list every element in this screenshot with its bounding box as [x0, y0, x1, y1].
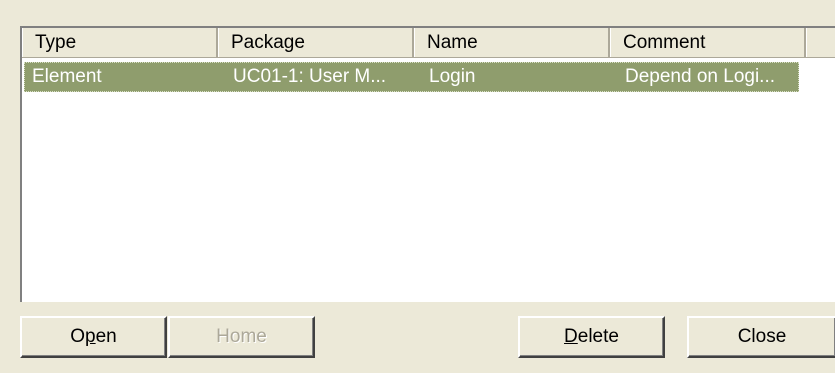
list-row-selected[interactable]: Element UC01-1: User M... Login Depend o…	[24, 62, 799, 92]
list-header: Type Package Name Comment	[22, 28, 835, 58]
column-header-empty[interactable]	[806, 28, 835, 57]
delete-label-post: elete	[577, 326, 619, 347]
close-button[interactable]: Close	[687, 316, 835, 358]
delete-button[interactable]: Delete	[518, 316, 665, 358]
references-list[interactable]: Type Package Name Comment Element UC01-1…	[20, 26, 835, 302]
cell-comment: Depend on Logi...	[625, 66, 776, 87]
column-header-package[interactable]: Package	[218, 28, 414, 57]
column-header-type[interactable]: Type	[22, 28, 218, 57]
open-mnemonic: p	[85, 326, 96, 347]
open-label-post: en	[95, 326, 117, 347]
dialog-window: Type Package Name Comment Element UC01-1…	[0, 0, 835, 373]
open-button[interactable]: Open	[20, 316, 167, 358]
cell-type: Element	[32, 66, 102, 87]
home-button[interactable]: Home	[168, 316, 315, 358]
column-header-name[interactable]: Name	[414, 28, 610, 57]
cell-package: UC01-1: User M...	[233, 66, 387, 87]
open-label-pre: O	[70, 326, 86, 347]
column-header-comment[interactable]: Comment	[610, 28, 806, 57]
delete-mnemonic: D	[564, 326, 578, 347]
cell-name: Login	[429, 66, 476, 87]
